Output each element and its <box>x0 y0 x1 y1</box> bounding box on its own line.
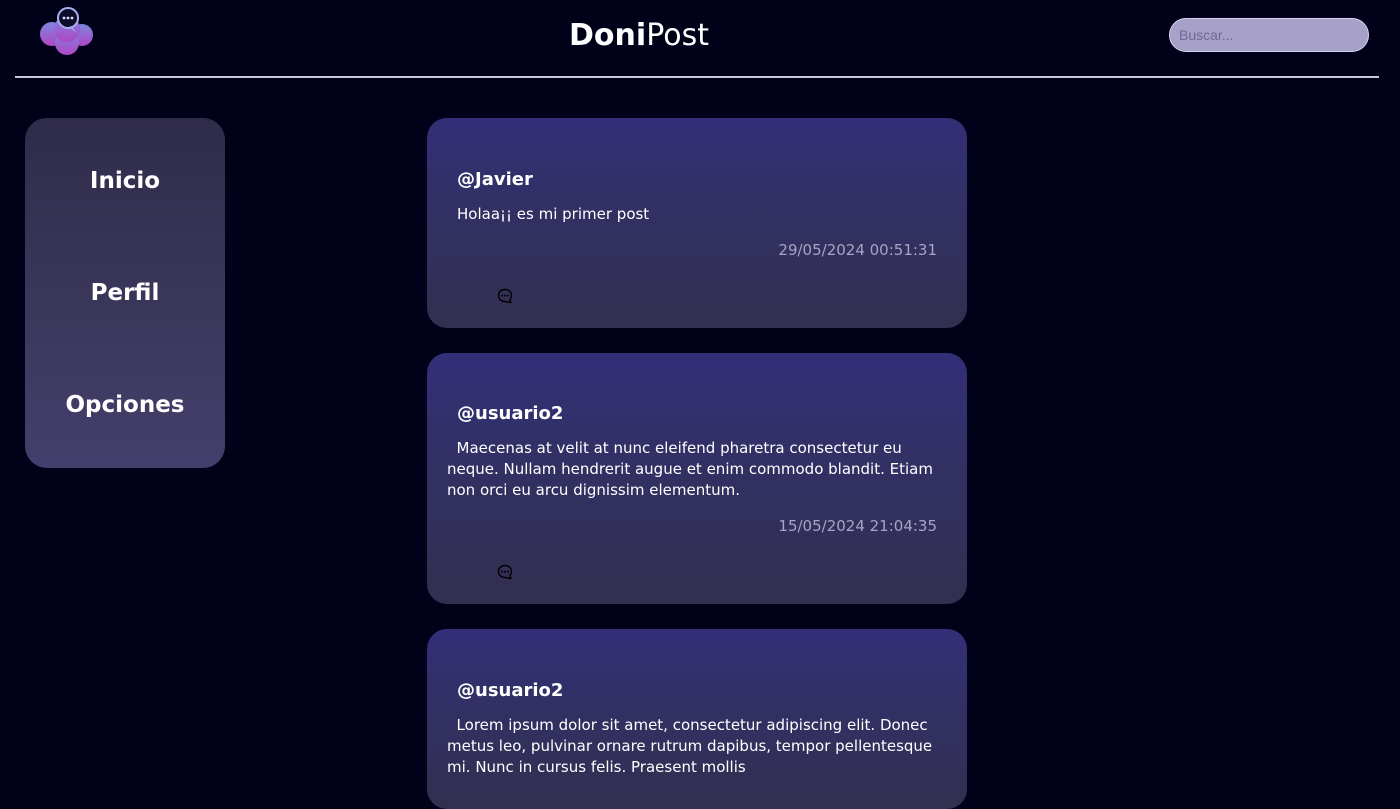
brand-title: DoniPost <box>0 16 1278 56</box>
post-content: Maecenas at velit at nunc eleifend phare… <box>447 439 938 499</box>
post-content: Holaa¡¡ es mi primer post <box>457 205 650 223</box>
post-card: @usuario2 Maecenas at velit at nunc elei… <box>427 353 967 604</box>
brand-title-bold: Doni <box>569 18 647 53</box>
sidebar-item-inicio[interactable]: Inicio <box>25 166 225 196</box>
sidebar-item-opciones[interactable]: Opciones <box>25 390 225 420</box>
post-username[interactable]: @Javier <box>457 169 533 190</box>
brand-title-regular: Post <box>646 18 709 53</box>
header-divider <box>15 76 1379 78</box>
post-date: 29/05/2024 00:51:31 <box>778 241 937 259</box>
post-card: @Javier Holaa¡¡ es mi primer post 29/05/… <box>427 118 967 328</box>
post-card: @usuario2 Lorem ipsum dolor sit amet, co… <box>427 629 967 809</box>
post-username[interactable]: @usuario2 <box>457 680 563 701</box>
header: DoniPost <box>0 0 1400 78</box>
chat-bubble-icon[interactable] <box>497 288 513 304</box>
sidebar: Inicio Perfil Opciones <box>25 118 225 468</box>
post-username[interactable]: @usuario2 <box>457 403 563 424</box>
post-content: Lorem ipsum dolor sit amet, consectetur … <box>447 716 937 776</box>
post-date: 15/05/2024 21:04:35 <box>778 517 937 535</box>
sidebar-item-perfil[interactable]: Perfil <box>25 278 225 308</box>
search-input[interactable] <box>1169 18 1369 52</box>
chat-bubble-icon[interactable] <box>497 564 513 580</box>
